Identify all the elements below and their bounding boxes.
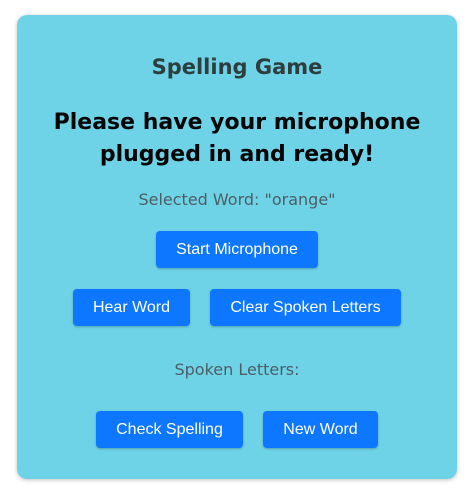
hear-word-button[interactable]: Hear Word bbox=[73, 289, 190, 326]
start-microphone-button[interactable]: Start Microphone bbox=[156, 231, 318, 268]
new-word-button[interactable]: New Word bbox=[263, 411, 378, 448]
selected-word: Selected Word: "orange" bbox=[138, 190, 336, 209]
clear-spoken-letters-button[interactable]: Clear Spoken Letters bbox=[210, 289, 401, 326]
spoken-letters-label: Spoken Letters: bbox=[174, 360, 300, 379]
microphone-instruction: Please have your microphone plugged in a… bbox=[53, 110, 421, 167]
game-title: Spelling Game bbox=[151, 55, 323, 79]
check-spelling-button[interactable]: Check Spelling bbox=[96, 411, 243, 448]
spelling-game-card: Spelling Game Please have your microphon… bbox=[17, 15, 457, 479]
